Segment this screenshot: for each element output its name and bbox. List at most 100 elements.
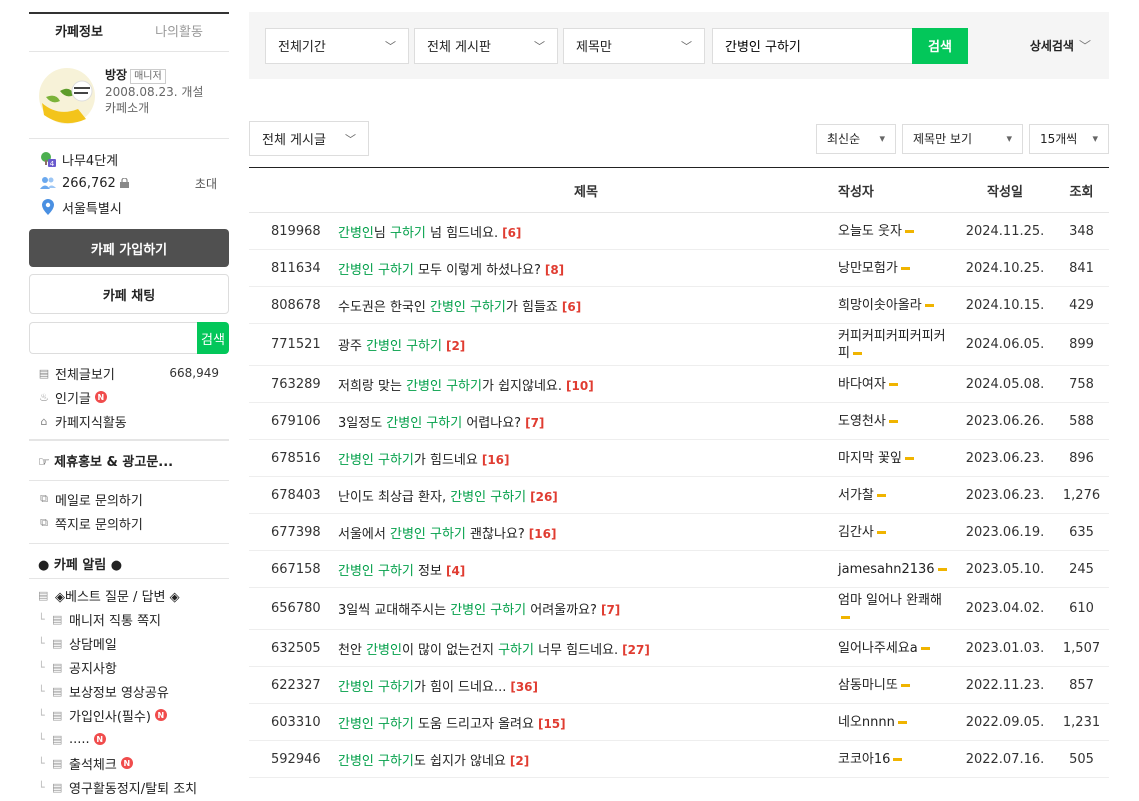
detail-search-toggle[interactable]: 상세검색 ﹀ xyxy=(1030,37,1091,54)
post-title-link[interactable]: 3일정도 간병인 구하기 어렵나요? xyxy=(338,416,521,431)
author-name[interactable]: 서가찰 xyxy=(838,488,874,503)
table-row[interactable]: 632505 천안 간병인이 많이 없는건지 구하기 너무 힘드네요. [27] 일어… xyxy=(249,629,1109,667)
table-row[interactable]: 656780 3일씩 교대해주시는 간병인 구하기 어려울까요? [7] 엄마 일어나… xyxy=(249,587,1109,630)
comment-count[interactable]: [7] xyxy=(601,603,620,617)
table-row[interactable]: 603310 간병인 구하기 도움 드리고자 올려요 [15] 네오nnnn 2022.… xyxy=(249,703,1109,741)
comment-count[interactable]: [6] xyxy=(502,226,521,240)
comment-count[interactable]: [4] xyxy=(446,564,465,578)
post-title-link[interactable]: 간병인 구하기 모두 이렇게 하셨나요? xyxy=(338,263,541,278)
menu-all-posts[interactable]: ▤ 전체글보기 668,949 xyxy=(29,361,229,385)
tab-my-activity[interactable]: 나의활동 xyxy=(129,14,229,51)
author-name[interactable]: 엄마 일어나 완쾌해 xyxy=(838,593,942,608)
new-badge: N xyxy=(120,757,133,769)
sort-select[interactable]: 최신순 ▾ xyxy=(816,123,896,154)
table-row[interactable]: 678516 간병인 구하기가 힘드네요 [16] 마지막 꽃잎 2023.06.23.… xyxy=(249,439,1109,477)
author-name[interactable]: 희망이솟아올라 xyxy=(838,298,922,313)
author-name[interactable]: 삼동마니또 xyxy=(838,678,898,693)
comment-count[interactable]: [7] xyxy=(525,416,544,430)
post-title-link[interactable]: 간병인 구하기도 쉽지가 않네요 xyxy=(338,754,506,769)
table-row[interactable]: 763289 저희랑 맞는 간병인 구하기가 쉽지않네요. [10] 바다여자 2024… xyxy=(249,365,1109,403)
table-row[interactable]: 622327 간병인 구하기가 힘이 드네요... [36] 삼동마니또 2022.11… xyxy=(249,666,1109,704)
contact-mail-link[interactable]: ⧉ 메일로 문의하기 xyxy=(29,487,229,511)
cafe-search: 검색 xyxy=(29,322,229,354)
post-title-link[interactable]: 난이도 최상급 환자, 간병인 구하기 xyxy=(338,490,526,505)
table-row[interactable]: 771521 광주 간병인 구하기 [2] 커피커피커피커피커피 2024.06.05.… xyxy=(249,323,1109,366)
comment-count[interactable]: [26] xyxy=(530,490,558,504)
join-cafe-button[interactable]: 카페 가입하기 xyxy=(29,229,229,267)
query-input[interactable] xyxy=(712,27,912,64)
post-title-link[interactable]: 저희랑 맞는 간병인 구하기가 쉽지않네요. xyxy=(338,379,562,394)
cafe-search-input[interactable] xyxy=(29,322,197,354)
title-keyword-highlight: 간병인 구하기 xyxy=(389,526,466,542)
view-mode-select[interactable]: 제목만 보기 ▾ xyxy=(902,123,1023,154)
comment-count[interactable]: [8] xyxy=(545,263,564,277)
sidebar-board-item[interactable]: └ ▤ 출석체크 N xyxy=(29,751,229,775)
author-name[interactable]: 김간사 xyxy=(838,525,874,540)
comment-count[interactable]: [16] xyxy=(529,527,557,541)
post-title-link[interactable]: 간병인 구하기가 힘드네요 xyxy=(338,453,478,468)
notice-section-title[interactable]: ● 카페 알림 ● xyxy=(29,544,229,578)
table-row[interactable]: 592946 간병인 구하기도 쉽지가 않네요 [2] 코코아16 2022.07.16… xyxy=(249,740,1109,778)
cafe-logo[interactable] xyxy=(38,67,96,125)
table-row[interactable]: 811634 간병인 구하기 모두 이렇게 하셨나요? [8] 낭만모험가 2024.1… xyxy=(249,249,1109,287)
post-title-link[interactable]: 간병인 구하기가 힘이 드네요... xyxy=(338,680,506,695)
comment-count[interactable]: [36] xyxy=(510,680,538,694)
comment-count[interactable]: [10] xyxy=(566,379,594,393)
post-title-link[interactable]: 간병인 구하기 정보 xyxy=(338,564,442,579)
comment-count[interactable]: [27] xyxy=(622,643,650,657)
cafe-search-button[interactable]: 검색 xyxy=(197,322,229,354)
sidebar-board-item[interactable]: └ ▤..... N xyxy=(29,727,229,751)
comment-count[interactable]: [15] xyxy=(538,717,566,731)
menu-knowledge[interactable]: ⌂ 카페지식활동 xyxy=(29,409,229,433)
search-button[interactable]: 검색 xyxy=(912,27,968,64)
post-title-link[interactable]: 광주 간병인 구하기 xyxy=(338,339,442,354)
sidebar-board-item[interactable]: └ ▤ 보상정보 영상공유 xyxy=(29,679,229,703)
per-page-select[interactable]: 15개씩 ▾ xyxy=(1029,123,1109,154)
post-title-link[interactable]: 서울에서 간병인 구하기 괜찮나요? xyxy=(338,527,525,542)
cafe-chat-button[interactable]: 카페 채팅 xyxy=(29,274,229,314)
post-title-link[interactable]: 간병인 구하기 도움 드리고자 올려요 xyxy=(338,717,534,732)
author-name[interactable]: 바다여자 xyxy=(838,377,886,392)
invite-link[interactable]: 초대 xyxy=(195,175,217,192)
author-name[interactable]: 코코아16 xyxy=(838,752,890,767)
period-select[interactable]: 전체기간 ﹀ xyxy=(265,27,409,64)
sidebar-board-item[interactable]: └ ▤ 영구활동정지/탈퇴 조치 xyxy=(29,775,229,799)
contact-note-link[interactable]: ⧉ 쪽지로 문의하기 xyxy=(29,511,229,535)
author-name[interactable]: 오늘도 웃자 xyxy=(838,224,902,239)
sidebar-board-item[interactable]: ▤ ◈베스트 질문 / 답변 ◈ xyxy=(29,583,229,607)
post-title-link[interactable]: 천안 간병인이 많이 없는건지 구하기 너무 힘드네요. xyxy=(338,643,618,658)
comment-count[interactable]: [2] xyxy=(446,339,465,353)
author-name[interactable]: 마지막 꽃잎 xyxy=(838,451,902,466)
post-title-link[interactable]: 수도권은 한국인 간병인 구하기가 힘들죠 xyxy=(338,300,558,315)
sidebar-board-item[interactable]: └ ▤ 매니저 직통 쪽지 xyxy=(29,607,229,631)
scope-select[interactable]: 제목만 ﹀ xyxy=(563,27,705,64)
post-type-select[interactable]: 전체 게시글 ﹀ xyxy=(249,121,369,156)
comment-count[interactable]: [2] xyxy=(510,754,529,768)
post-title-link[interactable]: 3일씩 교대해주시는 간병인 구하기 어려울까요? xyxy=(338,603,597,618)
promo-section-title[interactable]: ☞ 제휴홍보 & 광고문... xyxy=(29,440,229,474)
cafe-intro-link[interactable]: 카페소개 xyxy=(105,100,203,116)
post-title-link[interactable]: 간병인님 구하기 넘 힘드네요. xyxy=(338,226,498,241)
cafe-level[interactable]: 4 나무4단계 xyxy=(29,147,229,171)
tab-cafe-info[interactable]: 카페정보 xyxy=(29,14,129,51)
table-row[interactable]: 677398 서울에서 간병인 구하기 괜찮나요? [16] 김간사 2023.06.1… xyxy=(249,513,1109,551)
menu-popular[interactable]: ♨ 인기글 N xyxy=(29,385,229,409)
sidebar-board-item[interactable]: └ ▤ 상담메일 xyxy=(29,631,229,655)
table-row[interactable]: 679106 3일정도 간병인 구하기 어렵나요? [7] 도영천사 2023.06.2… xyxy=(249,402,1109,440)
sidebar-board-item[interactable]: └ ▤ 가입인사(필수) N xyxy=(29,703,229,727)
manager-name[interactable]: 방장 xyxy=(105,68,127,82)
comment-count[interactable]: [16] xyxy=(482,453,510,467)
comment-count[interactable]: [6] xyxy=(562,300,581,314)
author-name[interactable]: 네오nnnn xyxy=(838,715,895,730)
author-name[interactable]: jamesahn2136 xyxy=(838,562,935,577)
author-name[interactable]: 커피커피커피커피커피 xyxy=(838,329,946,361)
table-row[interactable]: 678403 난이도 최상급 환자, 간병인 구하기 [26] 서가찰 2023.06.… xyxy=(249,476,1109,514)
table-row[interactable]: 808678 수도권은 한국인 간병인 구하기가 힘들죠 [6] 희망이솟아올라 202… xyxy=(249,286,1109,324)
author-name[interactable]: 낭만모험가 xyxy=(838,261,898,276)
author-name[interactable]: 일어나주세요a xyxy=(838,641,918,656)
board-select[interactable]: 전체 게시판 ﹀ xyxy=(414,27,558,64)
author-name[interactable]: 도영천사 xyxy=(838,414,886,429)
sidebar-board-item[interactable]: └ ▤ 공지사항 xyxy=(29,655,229,679)
table-row[interactable]: 819968 간병인님 구하기 넘 힘드네요. [6] 오늘도 웃자 2024.11.2… xyxy=(249,212,1109,250)
table-row[interactable]: 667158 간병인 구하기 정보 [4] jamesahn2136 2023.05.1… xyxy=(249,550,1109,588)
